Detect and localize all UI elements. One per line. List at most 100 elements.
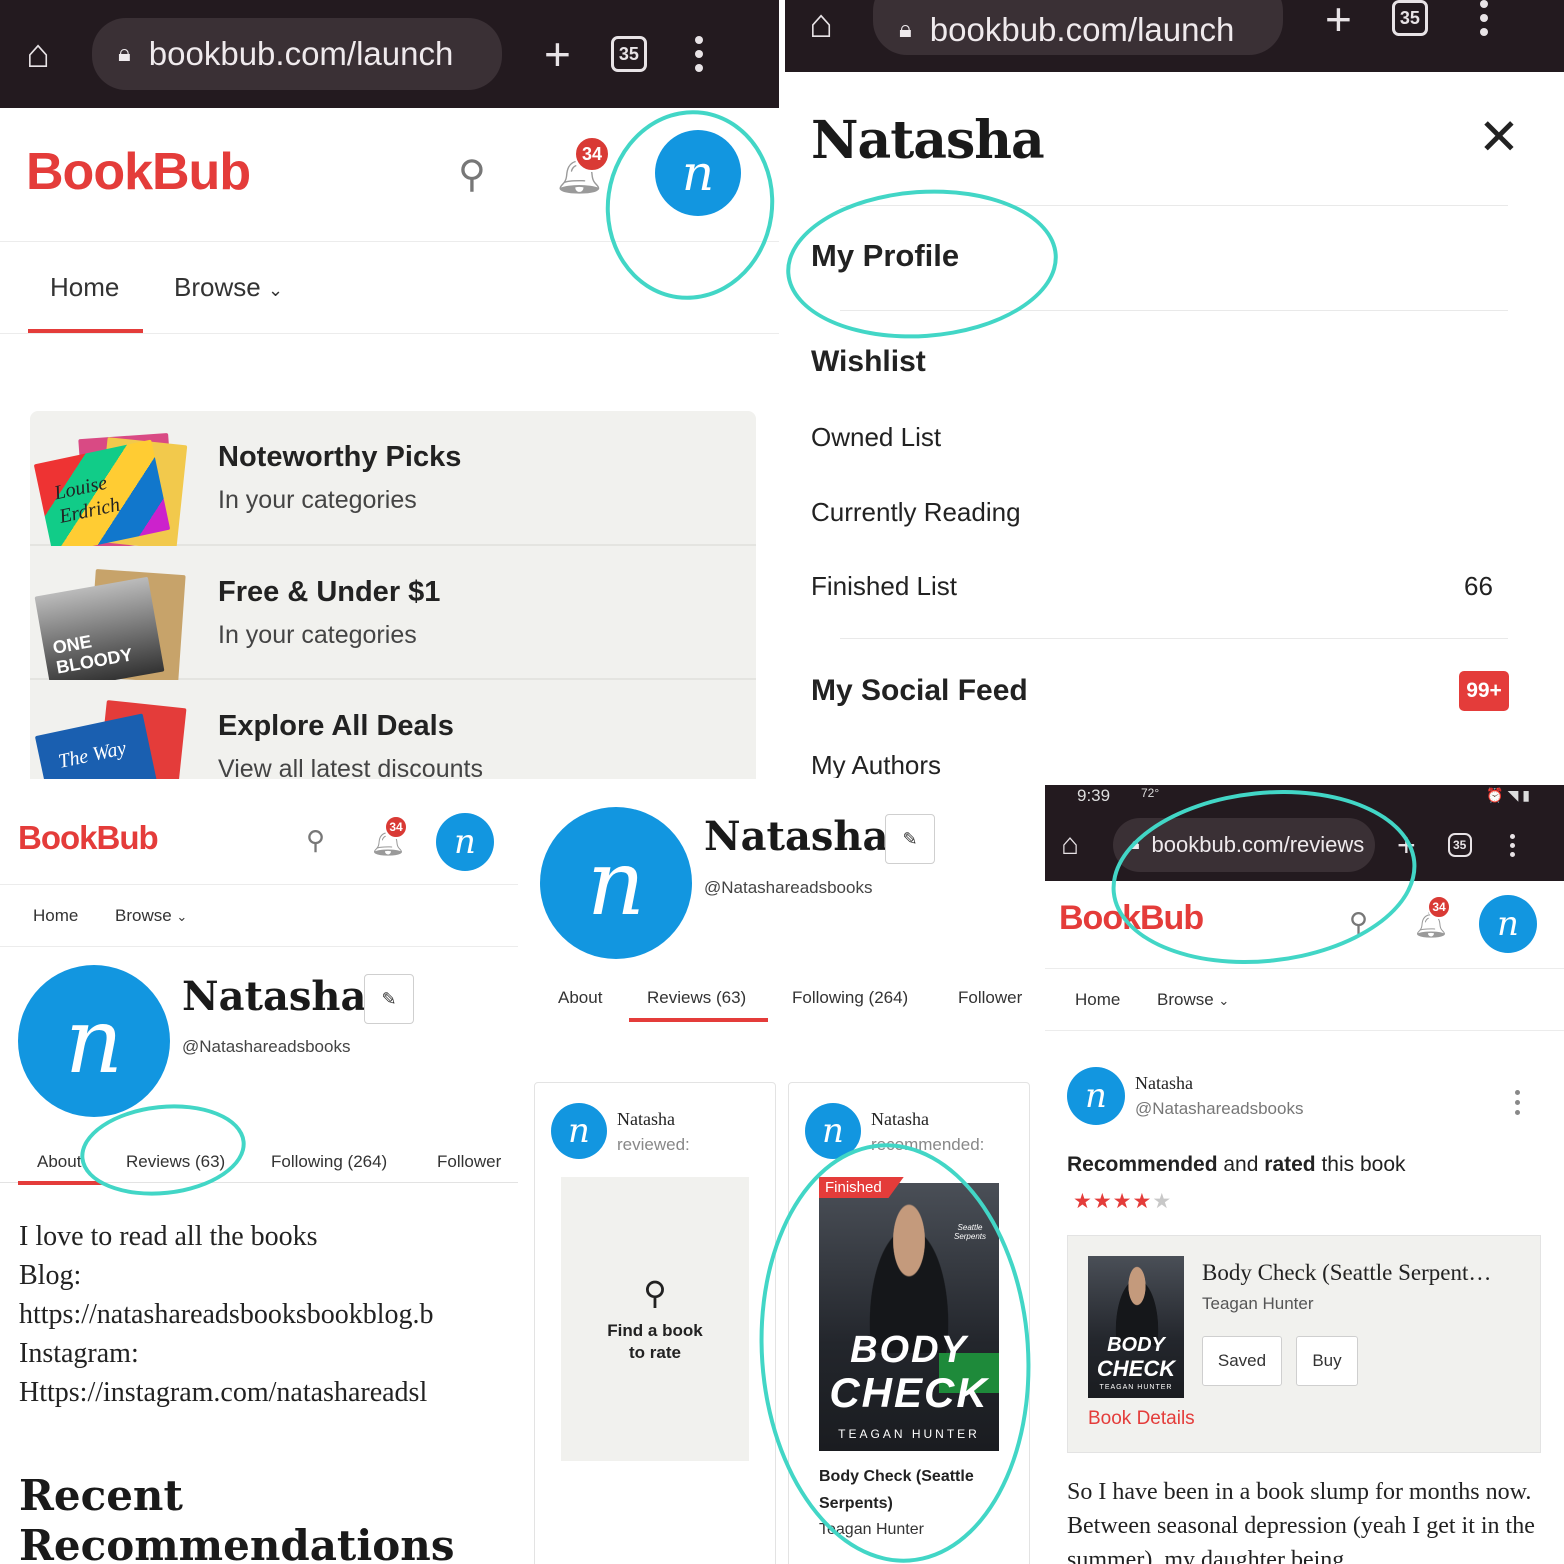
edit-profile-button[interactable]: ✎ xyxy=(364,974,414,1024)
panel-review-detail: 9:39 72° ⏰ ◥ ▮ ⌂ 🔒︎ bookbub.com/reviews … xyxy=(1045,785,1564,1564)
reviewer-name[interactable]: Natasha xyxy=(871,1109,929,1130)
pencil-icon: ✎ xyxy=(902,828,918,849)
tab-switcher[interactable]: 35 xyxy=(1447,833,1472,857)
bio-link[interactable]: https://natashareadsbooksbookblog.b xyxy=(19,1295,434,1334)
tab-about[interactable]: About xyxy=(558,988,602,1008)
deal-title: Free & Under $1 xyxy=(218,576,441,608)
profile-name: Natasha xyxy=(182,973,367,1020)
deal-free-under-1[interactable]: ONE BLOODY Free & Under $1 In your categ… xyxy=(30,546,756,692)
deal-subtitle: In your categories xyxy=(218,486,417,514)
overflow-menu-icon[interactable] xyxy=(694,34,703,74)
new-tab-icon[interactable]: + xyxy=(1325,0,1352,46)
avatar[interactable]: n xyxy=(1067,1067,1125,1125)
home-icon[interactable]: ⌂ xyxy=(1061,828,1091,862)
panel-home: ⌂ 🔒︎ bookbub.com/launch + 35 BookBub ⚲ 🔔… xyxy=(0,0,779,779)
avatar[interactable]: n xyxy=(551,1103,607,1159)
main-nav: Home Browse ⌄ xyxy=(1045,969,1564,1031)
overflow-menu-icon[interactable] xyxy=(1479,0,1488,38)
profile-name: Natasha xyxy=(704,813,889,860)
profile-handle: @Natashareadsbooks xyxy=(704,878,873,897)
url-bar[interactable]: 🔒︎ bookbub.com/launch xyxy=(873,0,1283,55)
pencil-icon: ✎ xyxy=(381,988,397,1009)
edit-profile-button[interactable]: ✎ xyxy=(885,814,935,864)
review-action: reviewed: xyxy=(617,1135,690,1154)
book-stack-image: ONE BLOODY xyxy=(34,568,192,692)
bookbub-logo[interactable]: BookBub xyxy=(26,142,251,202)
tab-count: 35 xyxy=(1453,838,1467,852)
nav-browse[interactable]: Browse ⌄ xyxy=(115,906,187,926)
menu-social-feed[interactable]: My Social Feed xyxy=(811,674,1028,708)
book-cover[interactable]: BODY CHECK TEAGAN HUNTER xyxy=(1088,1256,1184,1398)
review-card: n Natasha reviewed: ⚲ Find a book to rat… xyxy=(534,1082,776,1564)
deal-subtitle: In your categories xyxy=(218,621,417,649)
sentence-rest: this book xyxy=(1315,1153,1406,1176)
menu-my-authors[interactable]: My Authors xyxy=(811,750,941,778)
menu-finished-list[interactable]: Finished List xyxy=(811,571,957,602)
nav-browse[interactable]: Browse ⌄ xyxy=(174,272,283,303)
tab-switcher[interactable]: 35 xyxy=(1391,0,1428,36)
notification-badge: 34 xyxy=(1427,895,1451,919)
finished-count: 66 xyxy=(1464,571,1493,601)
tab-about[interactable]: About xyxy=(37,1152,81,1172)
more-options-icon[interactable] xyxy=(1515,1087,1520,1117)
saved-button[interactable]: Saved xyxy=(1202,1336,1282,1386)
deal-title: Noteworthy Picks xyxy=(218,441,462,473)
url-bar[interactable]: 🔒︎ bookbub.com/launch xyxy=(92,18,502,90)
book-details-link[interactable]: Book Details xyxy=(1088,1408,1195,1430)
find-book-card[interactable]: ⚲ Find a book to rate xyxy=(561,1177,749,1461)
bio-line: I love to read all the books xyxy=(19,1221,318,1252)
deal-explore-all[interactable]: The Way Explore All Deals View all lates… xyxy=(30,680,756,779)
social-count-badge: 99+ xyxy=(1459,671,1509,711)
star-filled-icon: ★ xyxy=(1132,1190,1153,1213)
chevron-down-icon: ⌄ xyxy=(267,280,284,300)
close-icon[interactable]: ✕ xyxy=(1478,108,1520,166)
bookbub-logo[interactable]: BookBub xyxy=(18,819,159,857)
nav-home[interactable]: Home xyxy=(33,906,78,926)
star-filled-icon: ★ xyxy=(1073,1190,1093,1213)
review-body: So I have been in a book slump for month… xyxy=(1067,1479,1535,1564)
bio-line: Blog: xyxy=(19,1260,82,1291)
book-author[interactable]: Teagan Hunter xyxy=(1202,1294,1314,1314)
nav-home[interactable]: Home xyxy=(50,272,119,303)
profile-avatar: n xyxy=(540,807,692,959)
tab-reviews-underline xyxy=(629,1018,768,1022)
nav-browse[interactable]: Browse ⌄ xyxy=(1157,990,1229,1010)
home-icon[interactable]: ⌂ xyxy=(809,2,849,47)
nav-home[interactable]: Home xyxy=(1075,990,1120,1010)
reviewer-name[interactable]: Natasha xyxy=(617,1109,675,1130)
chevron-down-icon: ⌄ xyxy=(176,908,188,924)
bio-link[interactable]: Https://instagram.com/natashareadsl xyxy=(19,1373,434,1412)
avatar[interactable]: n xyxy=(436,813,494,871)
overflow-menu-icon[interactable] xyxy=(1509,831,1515,859)
search-icon[interactable]: ⚲ xyxy=(458,152,486,197)
profile-bio: I love to read all the books Blog: https… xyxy=(19,1217,434,1412)
reviewer-handle: @Natashareadsbooks xyxy=(1135,1099,1304,1118)
find-book-label: Find a book to rate xyxy=(607,1321,703,1362)
site-header: BookBub ⚲ 🔔︎ 34 n xyxy=(0,785,518,885)
profile-tabs: About Reviews (63) Following (264) Follo… xyxy=(540,977,1030,1019)
tab-followers[interactable]: Follower xyxy=(437,1152,501,1172)
reviewer-name[interactable]: Natasha xyxy=(1135,1073,1193,1094)
deal-noteworthy[interactable]: Louise Erdrich Noteworthy Picks In your … xyxy=(30,411,756,555)
new-tab-icon[interactable]: + xyxy=(544,27,571,81)
buy-button[interactable]: Buy xyxy=(1296,1336,1358,1386)
status-temp: 72° xyxy=(1141,786,1160,800)
book-title[interactable]: Body Check (Seattle Serpent… xyxy=(1202,1260,1491,1286)
rated-word: rated xyxy=(1264,1153,1316,1176)
tab-switcher[interactable]: 35 xyxy=(610,36,647,72)
menu-owned-list[interactable]: Owned List xyxy=(811,422,941,453)
rating-sentence: Recommended and rated this book xyxy=(1067,1153,1406,1177)
home-icon[interactable]: ⌂ xyxy=(26,32,66,77)
menu-currently-reading[interactable]: Currently Reading xyxy=(811,497,1021,528)
search-icon[interactable]: ⚲ xyxy=(306,825,325,856)
cover-author: TEAGAN HUNTER xyxy=(1099,1384,1173,1391)
browser-toolbar: ⌂ 🔒︎ bookbub.com/launch + 35 xyxy=(0,0,779,108)
tab-following[interactable]: Following (264) xyxy=(792,988,908,1008)
menu-wishlist[interactable]: Wishlist xyxy=(811,345,926,379)
cover-title-line1: BODY xyxy=(1107,1334,1165,1356)
tab-following[interactable]: Following (264) xyxy=(271,1152,387,1172)
deal-title: Explore All Deals xyxy=(218,710,454,742)
tab-followers[interactable]: Follower xyxy=(958,988,1022,1008)
avatar[interactable]: n xyxy=(1479,895,1537,953)
tab-reviews[interactable]: Reviews (63) xyxy=(647,988,746,1008)
